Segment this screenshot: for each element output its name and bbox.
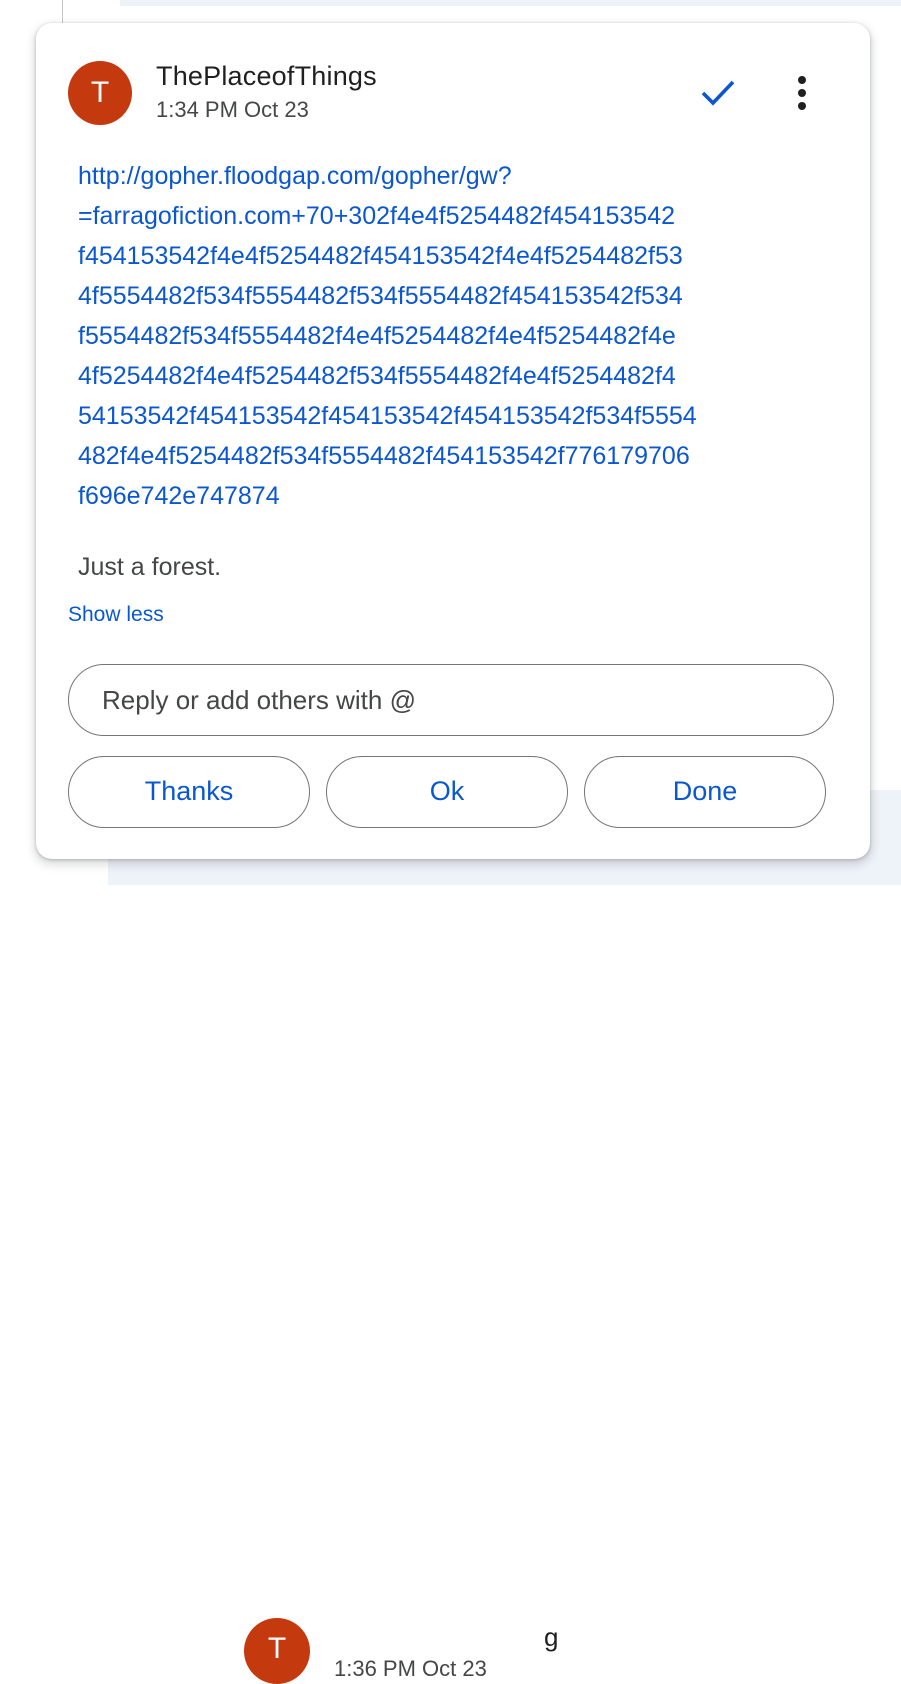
quick-reply-thanks-button[interactable]: Thanks — [68, 756, 310, 828]
reply-input[interactable] — [68, 664, 834, 736]
link-line: =farragofiction.com+70+302f4e4f5254482f4… — [78, 202, 676, 230]
link-line: f454153542f4e4f5254482f454153542f4e4f525… — [78, 242, 683, 270]
link-line: f696e742e747874 — [78, 482, 280, 510]
link-line: 4f5554482f534f5554482f534f5554482f454153… — [78, 282, 683, 310]
quick-reply-ok-button[interactable]: Ok — [326, 756, 568, 828]
link-line: http://gopher.floodgap.com/gopher/gw? — [78, 162, 512, 190]
comment-timestamp: 1:34 PM Oct 23 — [156, 97, 309, 122]
comment-link[interactable]: http://gopher.floodgap.com/gopher/gw? =f… — [78, 156, 798, 516]
next-comment-avatar: T — [244, 1618, 310, 1684]
link-line: 482f4e4f5254482f534f5554482f454153542f77… — [78, 442, 690, 470]
link-line: 4f5254482f4e4f5254482f534f5554482f4e4f52… — [78, 362, 676, 390]
check-icon — [701, 80, 735, 106]
show-less-link[interactable]: Show less — [68, 603, 164, 627]
comment-card: T ThePlaceofThings 1:34 PM Oct 23 http:/… — [36, 23, 870, 859]
more-vert-icon — [798, 76, 806, 110]
resolve-button[interactable] — [692, 67, 744, 119]
comment-author: ThePlaceofThings — [156, 61, 377, 91]
next-comment-author: g — [544, 1622, 559, 1652]
avatar: T — [68, 61, 132, 125]
quick-reply-done-button[interactable]: Done — [584, 756, 826, 828]
more-options-button[interactable] — [776, 67, 828, 119]
link-line: 54153542f454153542f454153542f454153542f5… — [78, 402, 697, 430]
link-line: f5554482f534f5554482f4e4f5254482f4e4f525… — [78, 322, 676, 350]
previous-comment-edge — [120, 0, 901, 6]
comment-text: Just a forest. — [78, 553, 222, 581]
next-comment-timestamp: 1:36 PM Oct 23 — [334, 1656, 487, 1681]
